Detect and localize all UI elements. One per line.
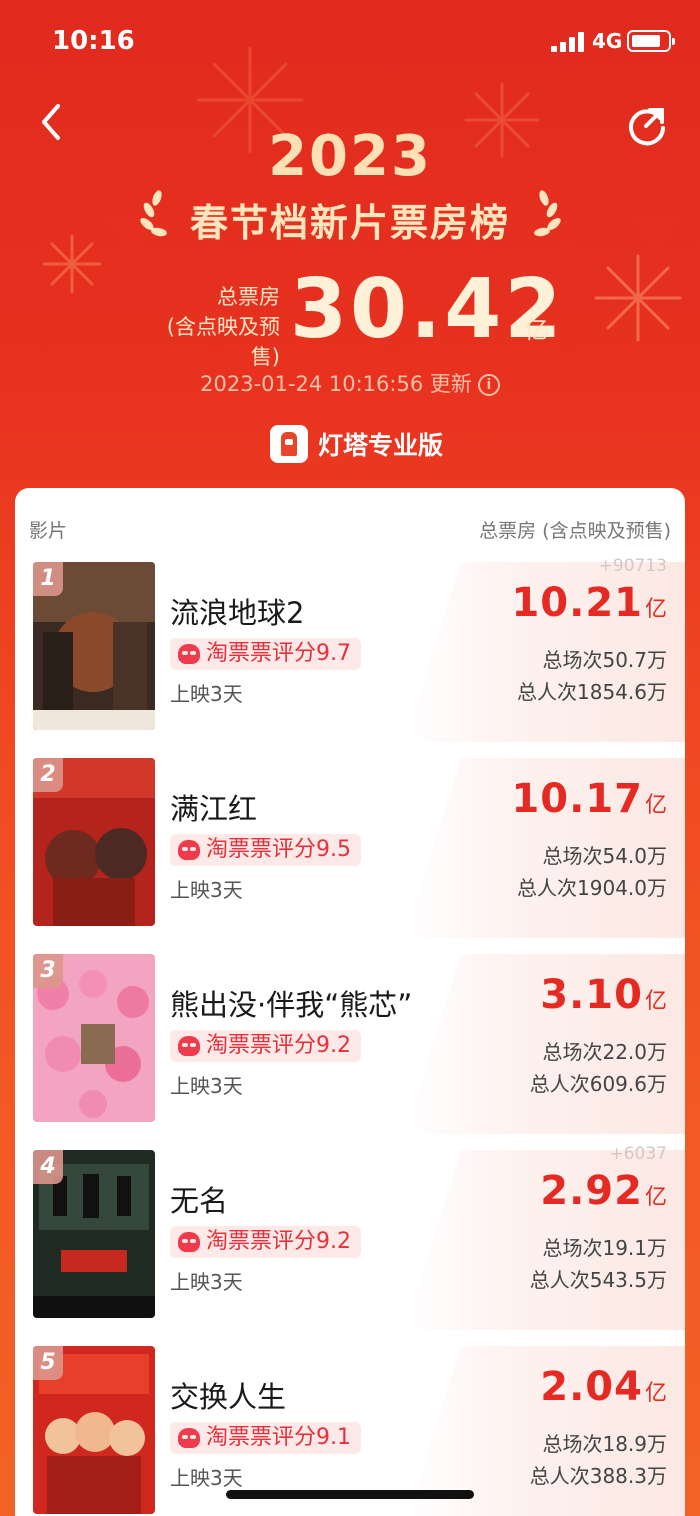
laurel-icon	[534, 190, 561, 237]
total-box-office: 总票房 (含点映及预售) 30.42 亿	[0, 262, 700, 369]
update-time: 2023-01-24 10:16:56 更新 i	[0, 368, 700, 398]
header-title: 春节档新片票房榜	[189, 201, 510, 245]
rank-badge: 3	[33, 954, 63, 988]
total-shows: 总场次22.0万	[542, 1040, 667, 1064]
ranking-card: 影片 总票房 (含点映及预售) 1 流浪地球2 淘票票评分9.7 上映3天 +9…	[15, 488, 685, 1516]
dengta-logo-icon	[270, 425, 308, 463]
header-year: 2023	[268, 124, 432, 189]
total-shows: 总场次54.0万	[542, 844, 667, 868]
signal-icon	[551, 32, 585, 52]
total-viewers: 总人次609.6万	[529, 1072, 667, 1096]
taopiaopiao-icon	[178, 644, 200, 664]
status-bar: 10:16 4G	[0, 0, 700, 84]
info-icon[interactable]: i	[477, 374, 500, 396]
movie-title: 无名	[170, 1184, 229, 1218]
brand-name: 灯塔专业版	[318, 431, 444, 460]
gross-box-office: 2.92亿	[540, 1168, 667, 1214]
gross-box-office: 10.17亿	[511, 776, 667, 822]
release-days: 上映3天	[170, 1466, 243, 1490]
taopiaopiao-icon	[178, 1232, 200, 1252]
column-header-movie: 影片	[29, 520, 68, 542]
rating-badge: 淘票票评分9.5	[170, 834, 361, 866]
total-shows: 总场次50.7万	[542, 648, 667, 672]
movie-row[interactable]: 2 满江红 淘票票评分9.5 上映3天 10.17亿 总场次54.0万 总人次1…	[15, 758, 685, 954]
total-viewers: 总人次1904.0万	[517, 876, 667, 900]
movie-row[interactable]: 4 无名 淘票票评分9.2 上映3天 +6037 2.92亿 总场次19.1万 …	[15, 1144, 685, 1346]
taopiaopiao-icon	[178, 840, 200, 860]
realtime-delta: +90713	[598, 556, 667, 576]
total-label: 总票房 (含点映及预售)	[166, 285, 280, 369]
total-unit: 亿	[524, 316, 548, 344]
taopiaopiao-icon	[178, 1428, 200, 1448]
rating-badge: 淘票票评分9.2	[170, 1226, 361, 1258]
column-header-box-office: 总票房 (含点映及预售)	[479, 520, 671, 542]
rank-badge: 5	[33, 1346, 63, 1380]
release-days: 上映3天	[170, 878, 243, 902]
movie-title: 交换人生	[170, 1380, 287, 1414]
release-days: 上映3天	[170, 1074, 243, 1098]
rating-badge: 淘票票评分9.2	[170, 1030, 361, 1062]
movie-title: 满江红	[170, 792, 258, 826]
gross-box-office: 2.04亿	[540, 1364, 667, 1410]
taopiaopiao-icon	[178, 1036, 200, 1056]
total-viewers: 总人次1854.6万	[517, 680, 667, 704]
movie-title: 熊出没·伴我“熊芯”	[170, 988, 413, 1022]
release-days: 上映3天	[170, 1270, 243, 1294]
total-viewers: 总人次543.5万	[529, 1268, 667, 1292]
total-shows: 总场次19.1万	[542, 1236, 667, 1260]
movie-row[interactable]: 3 熊出没·伴我“熊芯” 淘票票评分9.2 上映3天 3.10亿 总场次22.0…	[15, 954, 685, 1150]
realtime-delta: +6037	[609, 1144, 667, 1164]
rank-badge: 1	[33, 562, 63, 596]
movie-title: 流浪地球2	[170, 596, 305, 630]
gross-box-office: 3.10亿	[540, 972, 667, 1018]
home-indicator[interactable]	[226, 1490, 474, 1499]
rating-badge: 淘票票评分9.1	[170, 1422, 361, 1454]
gross-box-office: 10.21亿	[511, 580, 667, 626]
status-time: 10:16	[52, 26, 135, 56]
header-title-row: 春节档新片票房榜	[0, 188, 700, 248]
rating-badge: 淘票票评分9.7	[170, 638, 361, 670]
rank-badge: 2	[33, 758, 63, 792]
total-viewers: 总人次388.3万	[529, 1464, 667, 1488]
table-header: 影片 总票房 (含点映及预售)	[15, 488, 685, 550]
brand-row: 灯塔专业版	[270, 424, 443, 464]
movie-row[interactable]: 1 流浪地球2 淘票票评分9.7 上映3天 +90713 10.21亿 总场次5…	[15, 556, 685, 758]
battery-icon	[627, 30, 675, 52]
release-days: 上映3天	[170, 682, 243, 706]
network-label: 4G	[592, 29, 623, 53]
total-shows: 总场次18.9万	[542, 1432, 667, 1456]
rank-badge: 4	[33, 1150, 63, 1184]
